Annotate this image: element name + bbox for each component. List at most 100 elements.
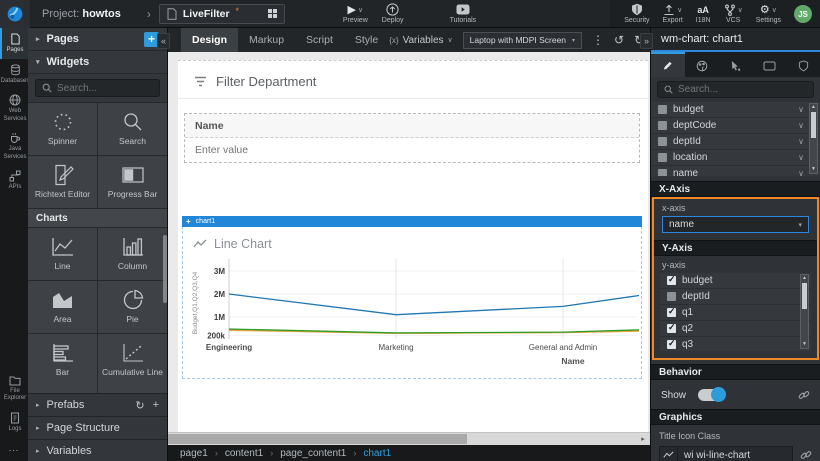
app-logo[interactable] [0, 0, 30, 28]
graphics-section-header[interactable]: Graphics [651, 409, 820, 425]
tutorials-button[interactable]: Tutorials [450, 3, 477, 24]
chart-tile-partial[interactable] [98, 386, 167, 393]
y-axis-option[interactable]: q2 [660, 321, 811, 337]
prefabs-section-header[interactable]: ▸ Prefabs ↻+ [28, 393, 167, 416]
chevron-down-icon[interactable]: ∨ [798, 105, 804, 114]
rail-item-file-explorer[interactable]: File Explorer [0, 370, 28, 407]
y-axis-option[interactable]: q1 [660, 305, 811, 321]
collapse-left-panel-button[interactable]: « [157, 33, 170, 49]
tab-styles[interactable] [685, 52, 719, 77]
x-axis-section-header[interactable]: X-Axis [651, 181, 820, 197]
chevron-down-icon[interactable]: ∨ [798, 153, 804, 162]
export-chevron-icon[interactable]: ∨ [677, 6, 682, 14]
tab-style[interactable]: Style [344, 28, 389, 52]
widget-search-input[interactable] [57, 83, 153, 94]
scrollbar-thumb[interactable] [802, 283, 807, 309]
move-handle-icon[interactable]: + [186, 218, 191, 226]
tab-properties[interactable] [651, 52, 685, 77]
y-axis-option[interactable]: deptId [660, 289, 811, 305]
tab-design[interactable]: Design [181, 28, 238, 52]
bind-property-icon[interactable] [800, 449, 812, 461]
checkbox[interactable] [658, 121, 667, 130]
chart-widget[interactable]: + chart1 Line Chart 3M2M1M200kEngineerin… [182, 216, 642, 379]
more-options-button[interactable]: ⋮ [592, 34, 604, 46]
chevron-down-icon[interactable]: ∨ [798, 137, 804, 146]
field-row[interactable]: name∨ [651, 166, 820, 176]
i18n-button[interactable]: aA I18N [696, 3, 711, 24]
behavior-section-header[interactable]: Behavior [651, 364, 820, 380]
chevron-down-icon[interactable]: ∨ [798, 121, 804, 130]
deploy-button[interactable]: Deploy [382, 3, 404, 24]
checkbox[interactable] [658, 137, 667, 146]
vcs-chevron-icon[interactable]: ∨ [738, 6, 743, 14]
widget-tile-cumulative-line[interactable]: Cumulative Line [98, 334, 167, 386]
checkbox[interactable] [667, 308, 676, 317]
breadcrumb-item[interactable]: page_content1 [280, 448, 346, 459]
widget-tile-search[interactable]: Search [98, 103, 167, 155]
rail-item-apis[interactable]: APIs [0, 165, 28, 196]
open-page-tab[interactable]: LiveFilter * [159, 4, 285, 24]
widget-tile-pie[interactable]: Pie [98, 281, 167, 333]
export-button[interactable]: ∨ Export [663, 3, 683, 24]
device-selector[interactable]: Laptop with MDPI Screen▾ [463, 32, 582, 49]
canvas-page[interactable]: Filter Department Name + chart1 Lin [178, 60, 648, 432]
widget-tile-column[interactable]: Column [98, 228, 167, 280]
field-list-scrollbar[interactable]: ▲▼ [809, 103, 818, 174]
variables-button[interactable]: {x}Variables∨ [389, 35, 452, 46]
rail-more-button[interactable]: ... [0, 437, 28, 461]
y-axis-list-scrollbar[interactable]: ▲▼ [800, 274, 809, 349]
tab-security[interactable] [786, 52, 820, 77]
rail-item-pages[interactable]: Pages [0, 28, 28, 59]
design-canvas[interactable]: Filter Department Name + chart1 Lin [168, 52, 650, 432]
widget-tile-richtext-editor[interactable]: Richtext Editor [28, 156, 97, 208]
rail-item-java-services[interactable]: Java Services [0, 127, 28, 165]
widget-tile-line[interactable]: Line [28, 228, 97, 280]
breadcrumb-item-current[interactable]: chart1 [363, 448, 391, 459]
widget-tile-bar[interactable]: Bar [28, 334, 97, 386]
tab-markup[interactable]: Markup [238, 28, 295, 52]
collapse-right-panel-button[interactable]: » [640, 33, 653, 49]
name-filter-input[interactable] [185, 138, 639, 162]
pages-section-header[interactable]: ▸ Pages + [28, 28, 167, 51]
chevron-down-icon[interactable]: ∨ [798, 169, 804, 176]
user-avatar[interactable]: JS [794, 5, 812, 23]
filter-form-header[interactable]: Filter Department [178, 61, 648, 99]
widget-selection-bar[interactable]: + chart1 [182, 216, 642, 227]
rail-item-logs[interactable]: Logs [0, 407, 28, 438]
y-axis-section-header[interactable]: Y-Axis [654, 240, 817, 256]
checkbox[interactable] [658, 105, 667, 114]
layout-grid-icon[interactable] [268, 9, 277, 18]
tab-device[interactable] [752, 52, 786, 77]
bind-property-icon[interactable] [798, 389, 810, 401]
scroll-right-arrow[interactable]: ▸ [637, 433, 649, 445]
widget-tile-spinner[interactable]: Spinner [28, 103, 97, 155]
property-search-input[interactable] [678, 84, 807, 95]
show-toggle[interactable] [698, 389, 724, 401]
checkbox[interactable] [667, 340, 676, 349]
vcs-button[interactable]: ∨ VCS [724, 3, 743, 24]
horizontal-scrollbar-thumb[interactable] [168, 434, 467, 444]
breadcrumb-item[interactable]: page1 [180, 448, 208, 459]
scrollbar-thumb[interactable] [811, 112, 816, 138]
page-structure-section-header[interactable]: ▸ Page Structure [28, 416, 167, 439]
variables-section-header[interactable]: ▸ Variables [28, 439, 167, 461]
checkbox[interactable] [658, 169, 667, 176]
widget-tile-progress-bar[interactable]: Progress Bar [98, 156, 167, 208]
security-button[interactable]: Security [624, 3, 649, 24]
field-row[interactable]: budget∨ [651, 102, 820, 118]
preview-chevron-icon[interactable]: ∨ [358, 6, 363, 14]
tab-script[interactable]: Script [295, 28, 344, 52]
settings-button[interactable]: ⚙∨ Settings [756, 3, 781, 24]
breadcrumb-item[interactable]: content1 [225, 448, 263, 459]
filter-field-panel[interactable]: Name [184, 113, 640, 163]
settings-chevron-icon[interactable]: ∨ [772, 6, 777, 14]
checkbox[interactable] [667, 276, 676, 285]
rail-item-web-services[interactable]: Web Services [0, 89, 28, 127]
undo-button[interactable]: ↺ [614, 34, 624, 46]
horizontal-scrollbar[interactable]: ▸ [168, 432, 650, 445]
rail-item-databases[interactable]: Databases [0, 59, 28, 90]
field-row[interactable]: location∨ [651, 150, 820, 166]
field-row[interactable]: deptId∨ [651, 134, 820, 150]
scroll-up-icon[interactable]: ▲ [811, 104, 816, 111]
preview-button[interactable]: ▶∨ Preview [343, 3, 368, 24]
